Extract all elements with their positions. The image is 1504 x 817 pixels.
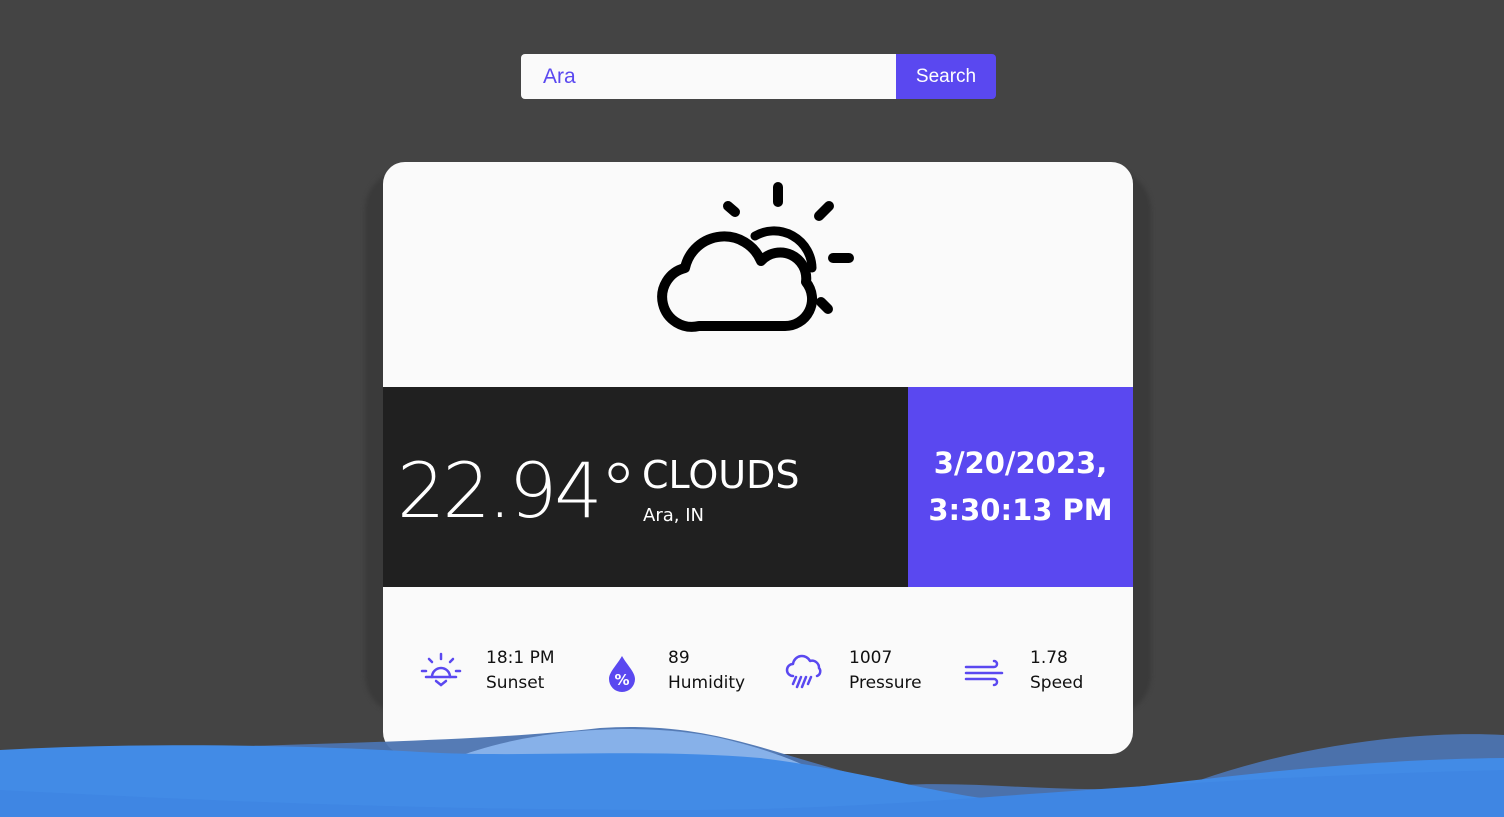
- humidity-value: 89: [668, 648, 690, 668]
- weather-app: Search 22.94° CLOUDS Ara, IN 3/20/2023, …: [0, 0, 1504, 817]
- weather-condition: CLOUDS: [642, 453, 800, 497]
- wind-icon: [964, 659, 1004, 687]
- weather-info-band: 22.94° CLOUDS Ara, IN 3/20/2023, 3:30:13…: [383, 387, 1133, 587]
- sunset-value: 18:1 PM: [486, 648, 555, 668]
- sunset-icon: [420, 652, 462, 687]
- location-label: Ara, IN: [643, 505, 704, 526]
- humidity-text: 89 Humidity: [668, 646, 745, 696]
- sunset-label: Sunset: [486, 673, 545, 693]
- search-bar: Search: [521, 54, 996, 99]
- temperature-value: 22.94°: [397, 446, 638, 535]
- search-input[interactable]: [521, 54, 896, 99]
- weather-stats: 18:1 PM Sunset % 89 Humidity 1007 Pressu…: [383, 642, 1133, 702]
- wind-text: 1.78 Speed: [1030, 646, 1083, 696]
- pressure-text: 1007 Pressure: [849, 646, 922, 696]
- wind-value: 1.78: [1030, 648, 1068, 668]
- sunset-text: 18:1 PM Sunset: [486, 646, 555, 696]
- humidity-label: Humidity: [668, 673, 746, 693]
- humidity-drop-icon: %: [609, 656, 635, 692]
- search-button[interactable]: Search: [896, 54, 996, 99]
- time-text: 3:30:13 PM: [928, 493, 1113, 527]
- datetime-panel: 3/20/2023, 3:30:13 PM: [908, 387, 1133, 587]
- wind-label: Speed: [1030, 673, 1084, 693]
- svg-text:%: %: [614, 671, 629, 689]
- partly-cloudy-day-icon: [657, 182, 854, 332]
- temperature-panel: 22.94° CLOUDS Ara, IN: [383, 387, 908, 587]
- pressure-value: 1007: [849, 648, 893, 668]
- pressure-label: Pressure: [849, 673, 922, 693]
- date-text: 3/20/2023,: [933, 446, 1108, 480]
- weather-card: 22.94° CLOUDS Ara, IN 3/20/2023, 3:30:13…: [383, 162, 1133, 754]
- rain-cloud-icon: [785, 654, 822, 689]
